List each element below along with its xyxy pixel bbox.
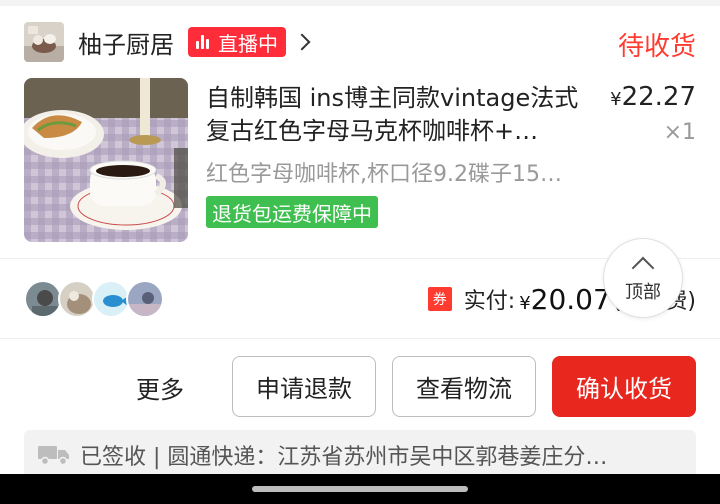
truck-icon bbox=[38, 444, 70, 466]
chevron-up-icon bbox=[631, 256, 655, 280]
back-to-top-button[interactable]: 顶部 bbox=[603, 238, 683, 318]
divider bbox=[0, 338, 720, 339]
live-badge[interactable]: 直播中 bbox=[188, 27, 286, 57]
shop-avatar[interactable] bbox=[24, 22, 64, 62]
request-refund-button[interactable]: 申请退款 bbox=[232, 356, 376, 417]
return-shipping-guarantee-badge: 退货包运费保障中 bbox=[206, 196, 378, 228]
confirm-receipt-button[interactable]: 确认收货 bbox=[552, 356, 696, 417]
view-logistics-button[interactable]: 查看物流 bbox=[392, 356, 536, 417]
back-to-top-label: 顶部 bbox=[625, 282, 661, 303]
buyer-avatars[interactable] bbox=[24, 280, 164, 318]
more-button[interactable]: 更多 bbox=[136, 370, 184, 405]
paid-label: 实付: bbox=[463, 289, 516, 314]
product-thumbnail[interactable] bbox=[24, 78, 188, 242]
product-title[interactable]: 自制韩国 ins博主同款vintage法式复古红色字母马克杯咖啡杯+… bbox=[206, 82, 598, 148]
product-quantity: ×1 bbox=[663, 120, 696, 145]
avatar bbox=[58, 280, 96, 318]
avatar bbox=[92, 280, 130, 318]
avatar bbox=[24, 280, 62, 318]
home-indicator[interactable] bbox=[252, 486, 468, 492]
shop-name[interactable]: 柚子厨居 bbox=[78, 25, 174, 60]
live-bars-icon bbox=[196, 35, 212, 49]
chevron-right-icon[interactable] bbox=[293, 33, 311, 51]
logistics-bar[interactable]: 已签收 | 圆通快递：江苏省苏州市吴中区郭巷姜庄分… bbox=[24, 430, 696, 480]
shop-header[interactable]: 柚子厨居 直播中 待收货 bbox=[24, 20, 696, 64]
product-price: ¥22.27 bbox=[610, 82, 696, 112]
coupon-badge: 券 bbox=[427, 287, 452, 311]
paid-value: ¥20.07 bbox=[519, 282, 611, 316]
order-status: 待收货 bbox=[617, 32, 696, 62]
avatar bbox=[126, 280, 164, 318]
logistics-text: 已签收 | 圆通快递：江苏省苏州市吴中区郭巷姜庄分… bbox=[80, 445, 608, 470]
product-spec: 红色字母咖啡杯,杯口径9.2碟子15… bbox=[206, 162, 562, 187]
live-label: 直播中 bbox=[218, 31, 278, 56]
top-strip bbox=[0, 0, 720, 6]
